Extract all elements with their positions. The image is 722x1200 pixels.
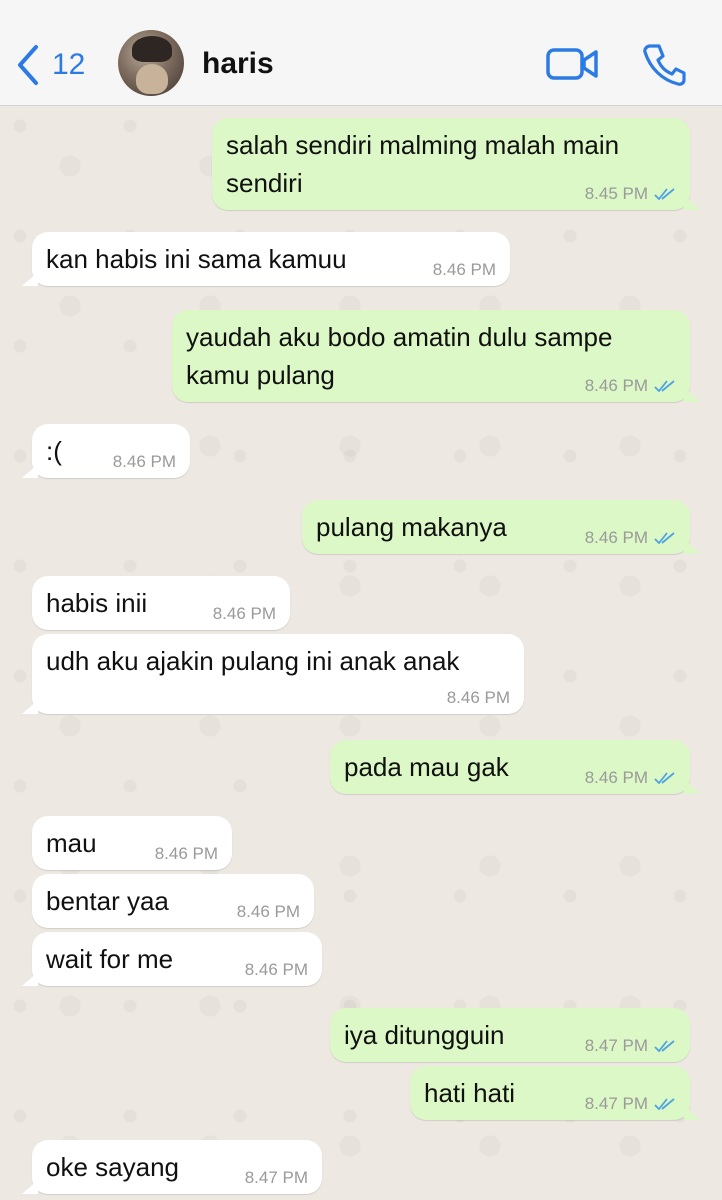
message-time: 8.46 PM bbox=[236, 902, 300, 921]
unread-count: 12 bbox=[52, 48, 86, 81]
message-bubble[interactable]: hati hati 8.47 PM bbox=[410, 1066, 700, 1120]
message-meta: 8.47 PM bbox=[245, 1168, 308, 1188]
voice-call-button[interactable] bbox=[642, 42, 686, 86]
message-time: 8.47 PM bbox=[584, 1094, 648, 1113]
message-time: 8.46 PM bbox=[584, 376, 648, 395]
message-bubble[interactable]: bentar yaa 8.46 PM bbox=[32, 874, 314, 928]
message-time: 8.47 PM bbox=[584, 1036, 648, 1055]
message-text: kan habis ini sama kamuu bbox=[46, 244, 347, 274]
message-meta: 8.46 PM bbox=[585, 768, 676, 788]
video-camera-icon bbox=[546, 48, 598, 80]
chat-area[interactable]: salah sendiri malming malah main sendiri… bbox=[0, 106, 722, 1200]
message-meta: 8.46 PM bbox=[585, 376, 676, 396]
message-bubble[interactable]: pulang makanya 8.46 PM bbox=[302, 500, 700, 554]
chevron-left-icon bbox=[18, 45, 38, 85]
double-check-icon bbox=[654, 772, 675, 785]
message-meta: 8.46 PM bbox=[155, 844, 218, 864]
contact-name[interactable]: haris bbox=[202, 47, 274, 81]
message-bubble[interactable]: oke sayang 8.47 PM bbox=[22, 1140, 322, 1194]
message-text: udh aku ajakin pulang ini anak anak bbox=[46, 646, 460, 676]
message-bubble[interactable]: udh aku ajakin pulang ini anak anak 8.46… bbox=[22, 634, 524, 714]
message-time: 8.46 PM bbox=[432, 260, 496, 279]
message-meta: 8.47 PM bbox=[585, 1094, 676, 1114]
phone-icon bbox=[643, 44, 686, 86]
avatar[interactable] bbox=[118, 30, 184, 96]
message-meta: 8.46 PM bbox=[113, 452, 176, 472]
message-bubble[interactable]: mau 8.46 PM bbox=[32, 816, 232, 870]
message-meta: 8.45 PM bbox=[585, 184, 676, 204]
back-button[interactable]: 12 bbox=[14, 40, 85, 90]
message-bubble[interactable]: :( 8.46 PM bbox=[22, 424, 190, 478]
message-time: 8.46 PM bbox=[154, 844, 218, 863]
message-bubble[interactable]: iya ditungguin 8.47 PM bbox=[330, 1008, 690, 1062]
message-time: 8.46 PM bbox=[244, 960, 308, 979]
message-time: 8.45 PM bbox=[584, 184, 648, 203]
message-time: 8.46 PM bbox=[446, 688, 510, 707]
message-time: 8.46 PM bbox=[112, 452, 176, 471]
video-call-button[interactable] bbox=[546, 46, 598, 82]
double-check-icon bbox=[654, 188, 675, 201]
double-check-icon bbox=[654, 380, 675, 393]
message-time: 8.46 PM bbox=[584, 768, 648, 787]
message-meta: 8.46 PM bbox=[585, 528, 676, 548]
message-time: 8.46 PM bbox=[584, 528, 648, 547]
message-meta: 8.46 PM bbox=[213, 604, 276, 624]
message-meta: 8.46 PM bbox=[237, 902, 300, 922]
message-meta: 8.46 PM bbox=[447, 688, 510, 708]
message-time: 8.46 PM bbox=[212, 604, 276, 623]
message-bubble[interactable]: habis inii 8.46 PM bbox=[32, 576, 290, 630]
message-bubble[interactable]: salah sendiri malming malah main sendiri… bbox=[212, 118, 700, 210]
double-check-icon bbox=[654, 1040, 675, 1053]
message-meta: 8.47 PM bbox=[585, 1036, 676, 1056]
message-meta: 8.46 PM bbox=[433, 260, 496, 280]
message-meta: 8.46 PM bbox=[245, 960, 308, 980]
message-bubble[interactable]: wait for me 8.46 PM bbox=[22, 932, 322, 986]
double-check-icon bbox=[654, 1098, 675, 1111]
message-bubble[interactable]: kan habis ini sama kamuu 8.46 PM bbox=[22, 232, 510, 286]
message-bubble[interactable]: yaudah aku bodo amatin dulu sampe kamu p… bbox=[172, 310, 700, 402]
chat-header: 12 haris bbox=[0, 0, 722, 106]
message-bubble[interactable]: pada mau gak 8.46 PM bbox=[330, 740, 700, 794]
double-check-icon bbox=[654, 532, 675, 545]
message-time: 8.47 PM bbox=[244, 1168, 308, 1187]
